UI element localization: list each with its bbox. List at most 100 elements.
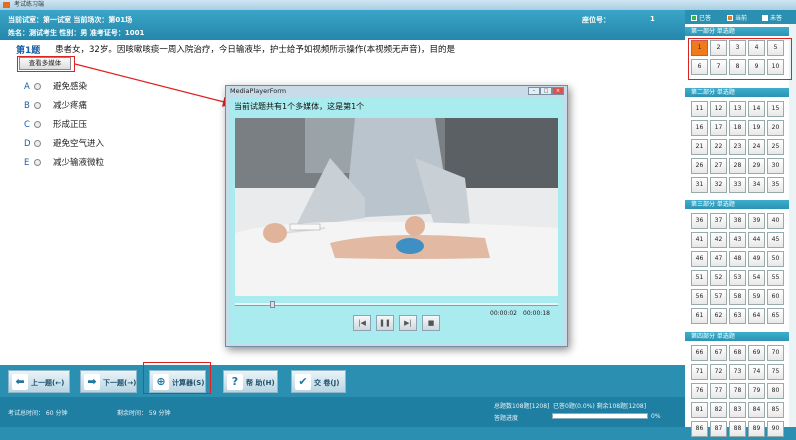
question-cell[interactable]: 37 xyxy=(710,213,727,229)
question-cell[interactable]: 75 xyxy=(767,364,784,380)
question-cell[interactable]: 76 xyxy=(691,383,708,399)
question-cell[interactable]: 67 xyxy=(710,345,727,361)
next-question-button[interactable]: ➡ 下一题(→) xyxy=(80,370,137,393)
question-cell[interactable]: 19 xyxy=(748,120,765,136)
question-cell[interactable]: 39 xyxy=(748,213,765,229)
question-cell[interactable]: 26 xyxy=(691,158,708,174)
skip-back-icon[interactable]: |◀ xyxy=(353,315,371,331)
question-cell[interactable]: 87 xyxy=(710,421,727,437)
question-cell[interactable]: 25 xyxy=(767,139,784,155)
video-frame[interactable] xyxy=(235,118,558,296)
question-cell[interactable]: 24 xyxy=(748,139,765,155)
prev-question-button[interactable]: ⬅ 上一题(←) xyxy=(8,370,70,393)
question-cell[interactable]: 84 xyxy=(748,402,765,418)
question-cell[interactable]: 58 xyxy=(729,289,746,305)
question-cell[interactable]: 49 xyxy=(748,251,765,267)
question-cell[interactable]: 33 xyxy=(729,177,746,193)
question-cell[interactable]: 82 xyxy=(710,402,727,418)
close-button[interactable]: × xyxy=(552,87,564,95)
question-cell[interactable]: 17 xyxy=(710,120,727,136)
question-cell[interactable]: 89 xyxy=(748,421,765,437)
question-cell[interactable]: 46 xyxy=(691,251,708,267)
question-cell[interactable]: 22 xyxy=(710,139,727,155)
legend-current: 当前 xyxy=(727,13,747,22)
question-cell[interactable]: 53 xyxy=(729,270,746,286)
question-cell[interactable]: 11 xyxy=(691,101,708,117)
question-cell[interactable]: 54 xyxy=(748,270,765,286)
question-cell[interactable]: 90 xyxy=(767,421,784,437)
question-cell[interactable]: 32 xyxy=(710,177,727,193)
question-cell[interactable]: 36 xyxy=(691,213,708,229)
question-cell[interactable]: 59 xyxy=(748,289,765,305)
question-cell[interactable]: 52 xyxy=(710,270,727,286)
question-cell[interactable]: 27 xyxy=(710,158,727,174)
question-cell[interactable]: 34 xyxy=(748,177,765,193)
question-cell[interactable]: 73 xyxy=(729,364,746,380)
question-cell[interactable]: 79 xyxy=(748,383,765,399)
question-cell[interactable]: 20 xyxy=(767,120,784,136)
seek-bar[interactable] xyxy=(235,301,558,308)
question-cell[interactable]: 57 xyxy=(710,289,727,305)
question-cell[interactable]: 64 xyxy=(748,308,765,324)
question-cell[interactable]: 48 xyxy=(729,251,746,267)
progress-label: 答题进度 xyxy=(494,415,519,422)
navigation-bar: ⬅ 上一题(←) ➡ 下一题(→) ⊕ 计算器(S) ? 帮 助(H) ✔ 交 卷(J) xyxy=(0,365,685,397)
question-cell[interactable]: 40 xyxy=(767,213,784,229)
question-cell[interactable]: 83 xyxy=(729,402,746,418)
question-cell[interactable]: 60 xyxy=(767,289,784,305)
question-cell[interactable]: 31 xyxy=(691,177,708,193)
question-cell[interactable]: 69 xyxy=(748,345,765,361)
seek-handle[interactable] xyxy=(269,301,275,308)
question-cell[interactable]: 72 xyxy=(710,364,727,380)
question-cell[interactable]: 28 xyxy=(729,158,746,174)
question-cell[interactable]: 51 xyxy=(691,270,708,286)
question-cell[interactable]: 78 xyxy=(729,383,746,399)
question-cell[interactable]: 55 xyxy=(767,270,784,286)
sidebar-scrollbar[interactable] xyxy=(789,24,796,427)
question-cell[interactable]: 66 xyxy=(691,345,708,361)
question-cell[interactable]: 63 xyxy=(729,308,746,324)
question-cell[interactable]: 29 xyxy=(748,158,765,174)
question-cell[interactable]: 41 xyxy=(691,232,708,248)
question-cell[interactable]: 13 xyxy=(729,101,746,117)
skip-forward-icon[interactable]: ▶| xyxy=(399,315,417,331)
question-cell[interactable]: 16 xyxy=(691,120,708,136)
question-cell[interactable]: 74 xyxy=(748,364,765,380)
question-cell[interactable]: 77 xyxy=(710,383,727,399)
maximize-button[interactable]: □ xyxy=(540,87,552,95)
pause-icon[interactable]: ❚❚ xyxy=(376,315,394,331)
question-cell[interactable]: 71 xyxy=(691,364,708,380)
question-cell[interactable]: 23 xyxy=(729,139,746,155)
question-cell[interactable]: 65 xyxy=(767,308,784,324)
question-cell[interactable]: 18 xyxy=(729,120,746,136)
question-cell[interactable]: 35 xyxy=(767,177,784,193)
question-cell[interactable]: 86 xyxy=(691,421,708,437)
question-cell[interactable]: 45 xyxy=(767,232,784,248)
submit-exam-button[interactable]: ✔ 交 卷(J) xyxy=(291,370,346,393)
question-cell[interactable]: 12 xyxy=(710,101,727,117)
arrow-left-icon: ⬅ xyxy=(12,374,28,390)
question-cell[interactable]: 68 xyxy=(729,345,746,361)
question-cell[interactable]: 14 xyxy=(748,101,765,117)
question-cell[interactable]: 80 xyxy=(767,383,784,399)
stop-icon[interactable]: ■ xyxy=(422,315,440,331)
question-cell[interactable]: 15 xyxy=(767,101,784,117)
question-cell[interactable]: 50 xyxy=(767,251,784,267)
question-cell[interactable]: 43 xyxy=(729,232,746,248)
question-cell[interactable]: 61 xyxy=(691,308,708,324)
minimize-button[interactable]: – xyxy=(528,87,540,95)
question-cell[interactable]: 21 xyxy=(691,139,708,155)
question-cell[interactable]: 42 xyxy=(710,232,727,248)
question-cell[interactable]: 47 xyxy=(710,251,727,267)
question-cell[interactable]: 85 xyxy=(767,402,784,418)
question-cell[interactable]: 81 xyxy=(691,402,708,418)
question-cell[interactable]: 62 xyxy=(710,308,727,324)
question-cell[interactable]: 70 xyxy=(767,345,784,361)
question-cell[interactable]: 88 xyxy=(729,421,746,437)
help-button[interactable]: ? 帮 助(H) xyxy=(223,370,278,393)
legend: 已答 当前 未答 xyxy=(685,10,796,24)
question-cell[interactable]: 56 xyxy=(691,289,708,305)
question-cell[interactable]: 44 xyxy=(748,232,765,248)
question-cell[interactable]: 30 xyxy=(767,158,784,174)
question-cell[interactable]: 38 xyxy=(729,213,746,229)
